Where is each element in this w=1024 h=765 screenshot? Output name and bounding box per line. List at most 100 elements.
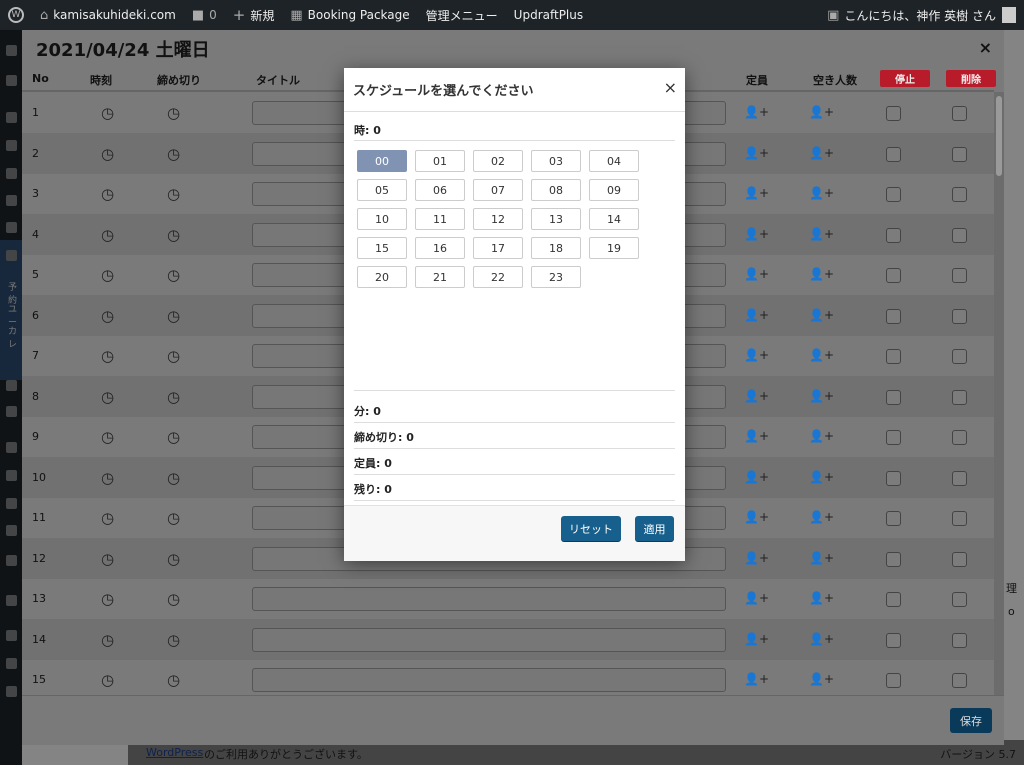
clock-icon[interactable]: ◷: [101, 145, 114, 163]
booking-package-menu[interactable]: ▦ Booking Package: [282, 0, 417, 30]
admin-menu[interactable]: 管理メニュー: [418, 0, 506, 30]
delete-checkbox[interactable]: [952, 106, 967, 121]
delete-checkbox[interactable]: [952, 551, 967, 567]
add-user-icon[interactable]: 👤+: [744, 632, 769, 646]
hour-option-13[interactable]: 13: [531, 208, 581, 230]
hour-option-06[interactable]: 06: [415, 179, 465, 201]
hour-option-12[interactable]: 12: [473, 208, 523, 230]
add-user-icon[interactable]: 👤+: [809, 267, 834, 281]
stop-checkbox[interactable]: [886, 308, 901, 324]
add-user-icon[interactable]: 👤+: [809, 389, 834, 403]
add-user-icon[interactable]: 👤+: [744, 672, 769, 686]
title-input[interactable]: [252, 627, 726, 652]
stop-checkbox[interactable]: [886, 430, 901, 445]
capacity-label[interactable]: 定員: 0: [354, 455, 392, 471]
clock-icon[interactable]: ◷: [167, 388, 180, 406]
add-user-icon[interactable]: 👤+: [809, 348, 834, 362]
add-user-icon[interactable]: 👤+: [744, 186, 769, 200]
delete-checkbox[interactable]: [952, 308, 967, 324]
clock-icon[interactable]: ◷: [167, 185, 180, 203]
clock-icon[interactable]: ◷: [101, 266, 114, 284]
delete-all-button[interactable]: 削除: [946, 70, 996, 87]
clock-icon[interactable]: ◷: [101, 509, 114, 527]
stop-checkbox[interactable]: [886, 106, 901, 121]
add-user-icon[interactable]: 👤+: [744, 470, 769, 484]
stop-checkbox[interactable]: [886, 349, 901, 364]
add-user-icon[interactable]: 👤+: [744, 105, 769, 119]
stop-checkbox[interactable]: [886, 389, 901, 405]
stop-checkbox[interactable]: [886, 146, 901, 162]
my-account-menu[interactable]: ▣ こんにちは、神作 英樹 さん: [819, 0, 1024, 30]
comments-menu[interactable]: ■ 0: [184, 0, 225, 30]
clock-icon[interactable]: ◷: [167, 266, 180, 284]
delete-checkbox[interactable]: [952, 146, 967, 162]
add-user-icon[interactable]: 👤+: [809, 227, 834, 241]
clock-icon[interactable]: ◷: [101, 428, 114, 446]
title-input[interactable]: [252, 587, 726, 611]
hour-option-09[interactable]: 09: [589, 179, 639, 201]
add-user-icon[interactable]: 👤+: [744, 146, 769, 160]
add-user-icon[interactable]: 👤+: [809, 105, 834, 119]
add-user-icon[interactable]: 👤+: [809, 470, 834, 484]
panel-scroll-thumb[interactable]: [996, 96, 1002, 176]
add-user-icon[interactable]: 👤+: [809, 429, 834, 443]
clock-icon[interactable]: ◷: [101, 307, 114, 325]
hour-option-18[interactable]: 18: [531, 237, 581, 259]
clock-icon[interactable]: ◷: [167, 671, 180, 689]
stop-checkbox[interactable]: [886, 673, 901, 688]
add-user-icon[interactable]: 👤+: [809, 672, 834, 686]
hour-option-16[interactable]: 16: [415, 237, 465, 259]
delete-checkbox[interactable]: [952, 430, 967, 445]
hour-option-17[interactable]: 17: [473, 237, 523, 259]
add-user-icon[interactable]: 👤+: [744, 591, 769, 605]
clock-icon[interactable]: ◷: [167, 631, 180, 649]
add-user-icon[interactable]: 👤+: [744, 348, 769, 362]
hour-option-07[interactable]: 07: [473, 179, 523, 201]
delete-checkbox[interactable]: [952, 187, 967, 202]
stop-checkbox[interactable]: [886, 227, 901, 243]
updraft-menu[interactable]: UpdraftPlus: [506, 0, 591, 30]
delete-checkbox[interactable]: [952, 389, 967, 405]
delete-checkbox[interactable]: [952, 470, 967, 486]
stop-checkbox[interactable]: [886, 268, 901, 283]
delete-checkbox[interactable]: [952, 268, 967, 283]
delete-checkbox[interactable]: [952, 227, 967, 243]
hour-option-05[interactable]: 05: [357, 179, 407, 201]
delete-checkbox[interactable]: [952, 349, 967, 364]
minute-label[interactable]: 分: 0: [354, 403, 381, 419]
stop-checkbox[interactable]: [886, 470, 901, 486]
add-user-icon[interactable]: 👤+: [809, 632, 834, 646]
hour-option-04[interactable]: 04: [589, 150, 639, 172]
delete-checkbox[interactable]: [952, 592, 967, 607]
clock-icon[interactable]: ◷: [101, 104, 114, 122]
add-user-icon[interactable]: 👤+: [744, 510, 769, 524]
hour-option-02[interactable]: 02: [473, 150, 523, 172]
hour-option-19[interactable]: 19: [589, 237, 639, 259]
new-content-menu[interactable]: + 新規: [225, 0, 283, 30]
add-user-icon[interactable]: 👤+: [809, 591, 834, 605]
clock-icon[interactable]: ◷: [167, 145, 180, 163]
modal-close-icon[interactable]: ×: [664, 78, 677, 97]
clock-icon[interactable]: ◷: [101, 388, 114, 406]
clock-icon[interactable]: ◷: [167, 469, 180, 487]
clock-icon[interactable]: ◷: [167, 428, 180, 446]
add-user-icon[interactable]: 👤+: [809, 308, 834, 322]
panel-close-icon[interactable]: ×: [979, 38, 992, 57]
hour-option-03[interactable]: 03: [531, 150, 581, 172]
clock-icon[interactable]: ◷: [167, 307, 180, 325]
add-user-icon[interactable]: 👤+: [744, 551, 769, 565]
hour-option-11[interactable]: 11: [415, 208, 465, 230]
wp-logo-menu[interactable]: W: [0, 0, 32, 30]
clock-icon[interactable]: ◷: [167, 550, 180, 568]
clock-icon[interactable]: ◷: [101, 550, 114, 568]
add-user-icon[interactable]: 👤+: [744, 308, 769, 322]
hour-option-20[interactable]: 20: [357, 266, 407, 288]
clock-icon[interactable]: ◷: [167, 590, 180, 608]
delete-checkbox[interactable]: [952, 632, 967, 648]
stop-checkbox[interactable]: [886, 511, 901, 526]
stop-all-button[interactable]: 停止: [880, 70, 930, 87]
panel-scrollbar[interactable]: [994, 92, 1004, 695]
add-user-icon[interactable]: 👤+: [744, 267, 769, 281]
add-user-icon[interactable]: 👤+: [809, 551, 834, 565]
add-user-icon[interactable]: 👤+: [809, 186, 834, 200]
